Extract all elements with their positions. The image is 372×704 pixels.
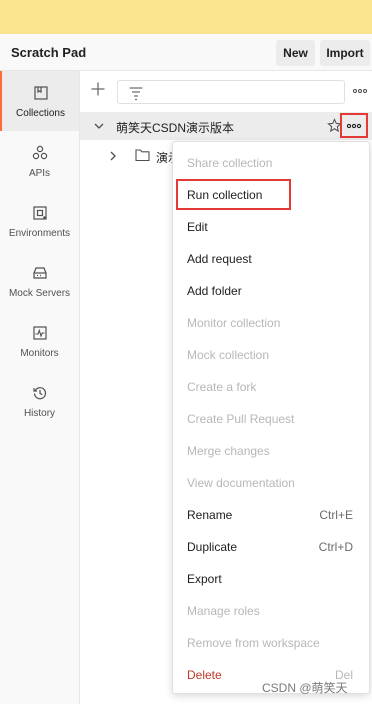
menu-item-share-collection[interactable]: Share collection [173, 147, 369, 179]
collection-row[interactable]: 萌笑天CSDN演示版本 [80, 112, 372, 140]
menu-item-label: Add folder [187, 284, 242, 298]
environments-icon [32, 206, 47, 220]
workspace-title: Scratch Pad [11, 45, 87, 60]
collection-context-menu: Share collection Run collection Edit Add… [172, 141, 370, 694]
more-options-icon[interactable] [352, 83, 368, 99]
menu-item-create-fork[interactable]: Create a fork [173, 371, 369, 403]
sidebar: Collections APIs Environments Mock Serve… [0, 71, 80, 704]
menu-item-label: Create a fork [187, 380, 257, 394]
menu-item-label: Rename [187, 508, 233, 522]
chevron-right-icon[interactable] [107, 150, 119, 162]
menu-item-mock-collection[interactable]: Mock collection [173, 339, 369, 371]
menu-item-remove-from-workspace[interactable]: Remove from workspace [173, 627, 369, 659]
sidebar-item-environments[interactable]: Environments [0, 191, 79, 251]
menu-item-label: View documentation [187, 476, 295, 490]
monitors-icon [32, 326, 47, 340]
collection-name: 萌笑天CSDN演示版本 [116, 121, 235, 135]
filter-input[interactable] [117, 80, 345, 104]
sidebar-item-history[interactable]: History [0, 371, 79, 431]
menu-item-duplicate[interactable]: Duplicate Ctrl+D [173, 531, 369, 563]
new-button[interactable]: New [276, 40, 315, 66]
menu-item-label: Create Pull Request [187, 412, 295, 426]
menu-item-edit[interactable]: Edit [173, 211, 369, 243]
sidebar-item-label: Monitors [20, 348, 59, 359]
menu-item-export[interactable]: Export [173, 563, 369, 595]
menu-item-add-request[interactable]: Add request [173, 243, 369, 275]
menu-item-label: Remove from workspace [187, 636, 320, 650]
sidebar-item-collections[interactable]: Collections [0, 71, 79, 131]
menu-item-label: Delete [187, 668, 222, 682]
menu-item-label: Share collection [187, 156, 273, 170]
sidebar-item-apis[interactable]: APIs [0, 131, 79, 191]
collections-icon [33, 86, 48, 100]
top-banner [0, 0, 372, 34]
chevron-down-icon[interactable] [93, 120, 105, 132]
menu-item-view-documentation[interactable]: View documentation [173, 467, 369, 499]
menu-item-label: Add request [187, 252, 252, 266]
import-button[interactable]: Import [320, 40, 370, 66]
sidebar-item-label: APIs [28, 168, 51, 179]
workspace-header: Scratch Pad New Import [0, 34, 372, 71]
menu-item-label: Manage roles [187, 604, 260, 618]
menu-item-label: Merge changes [187, 444, 270, 458]
folder-icon [135, 149, 150, 162]
menu-item-shortcut: Ctrl+D [318, 540, 353, 554]
menu-item-merge-changes[interactable]: Merge changes [173, 435, 369, 467]
collection-more-button[interactable] [340, 113, 368, 138]
menu-item-monitor-collection[interactable]: Monitor collection [173, 307, 369, 339]
sidebar-item-label: History [23, 408, 56, 419]
more-options-icon [346, 123, 362, 128]
menu-item-create-pull-request[interactable]: Create Pull Request [173, 403, 369, 435]
history-icon [32, 387, 46, 400]
run-collection-highlight-box [176, 179, 291, 210]
mock-servers-icon [32, 267, 47, 279]
csdn-watermark: CSDN @萌笑天 [262, 681, 348, 695]
menu-item-label: Mock collection [187, 348, 270, 362]
sidebar-item-label: Collections [16, 108, 65, 119]
menu-item-label: Export [187, 572, 222, 586]
menu-item-label: Duplicate [187, 540, 238, 554]
sidebar-item-label: Environments [8, 228, 71, 239]
plus-icon[interactable] [90, 81, 106, 97]
sidebar-item-mock-servers[interactable]: Mock Servers [0, 251, 79, 311]
folder-name: 演示 [156, 151, 172, 165]
apis-icon [32, 145, 47, 160]
menu-item-rename[interactable]: Rename Ctrl+E [173, 499, 369, 531]
filter-icon [129, 87, 143, 101]
menu-item-label: Edit [187, 220, 208, 234]
menu-item-manage-roles[interactable]: Manage roles [173, 595, 369, 627]
menu-item-shortcut: Ctrl+E [319, 508, 353, 522]
menu-item-add-folder[interactable]: Add folder [173, 275, 369, 307]
menu-item-label: Monitor collection [187, 316, 281, 330]
sidebar-item-label: Mock Servers [8, 288, 71, 299]
sidebar-item-monitors[interactable]: Monitors [0, 311, 79, 371]
